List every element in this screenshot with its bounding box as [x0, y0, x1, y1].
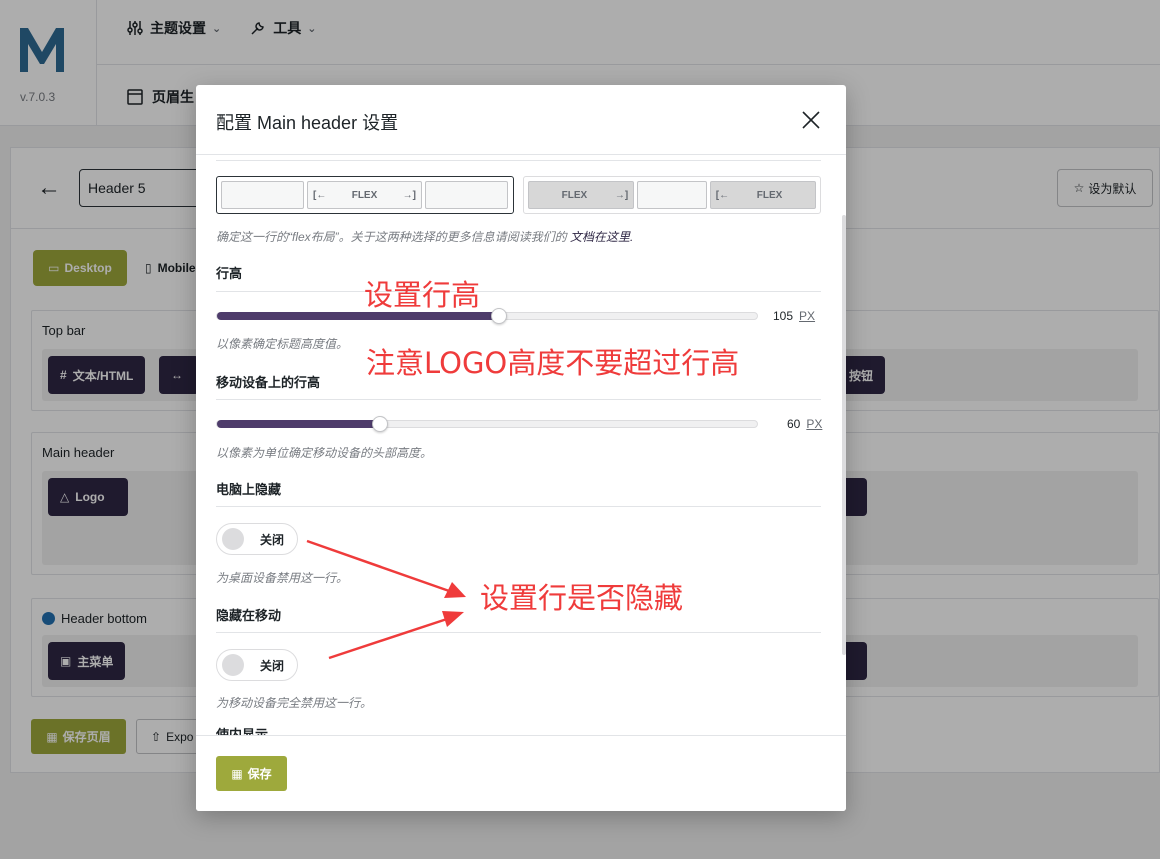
annotation-arrows [306, 539, 466, 660]
arrow-to-annotation [306, 539, 466, 660]
